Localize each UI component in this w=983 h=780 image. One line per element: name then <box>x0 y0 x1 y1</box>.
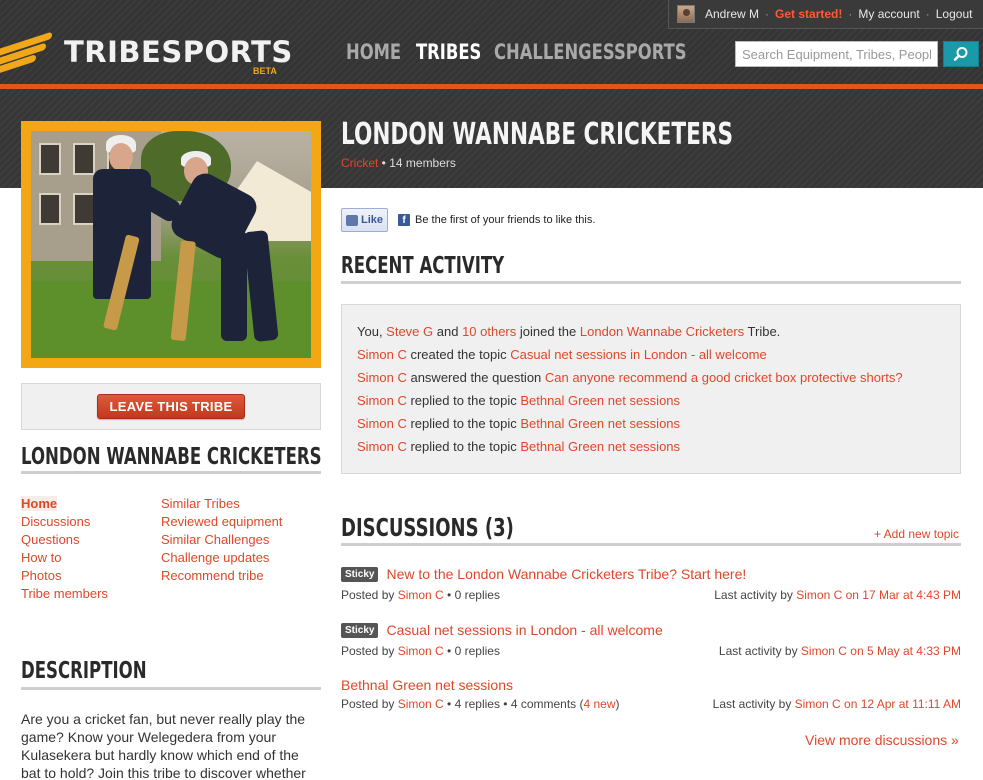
sticky-badge: Sticky <box>341 566 379 582</box>
view-more-discussions-link[interactable]: View more discussions » <box>805 732 959 748</box>
search-button[interactable] <box>943 41 979 67</box>
get-started-link[interactable]: Get started! <box>775 7 842 21</box>
tribe-meta: Cricket • 14 members <box>341 156 456 170</box>
author-link[interactable]: Simon C <box>398 644 444 658</box>
discussion-title[interactable]: New to the London Wannabe Cricketers Tri… <box>386 566 746 582</box>
tribe-link[interactable]: London Wannabe Cricketers <box>580 324 744 339</box>
author-link[interactable]: Simon C <box>398 588 444 602</box>
activity-item: Simon C answered the question Can anyone… <box>357 370 903 385</box>
search-input[interactable] <box>735 41 938 67</box>
menu-questions[interactable]: Questions <box>21 532 80 547</box>
tribe-menu-col-1: Home Discussions Questions How to Photos… <box>21 495 161 603</box>
account-username[interactable]: Andrew M <box>705 7 759 21</box>
user-link[interactable]: Simon C <box>357 370 407 385</box>
my-account-link[interactable]: My account <box>858 7 919 21</box>
menu-how-to[interactable]: How to <box>21 550 61 565</box>
menu-discussions[interactable]: Discussions <box>21 514 90 529</box>
tribe-photo <box>21 121 321 368</box>
last-activity-link[interactable]: Simon C on 5 May at 4:33 PM <box>801 644 961 658</box>
facebook-like-row: Like f Be the first of your friends to l… <box>341 208 595 232</box>
facebook-like-button[interactable]: Like <box>341 208 389 232</box>
last-activity-link[interactable]: Simon C on 17 Mar at 4:43 PM <box>796 588 961 602</box>
author-link[interactable]: Simon C <box>398 697 444 711</box>
activity-item: Simon C replied to the topic Bethnal Gre… <box>357 439 681 454</box>
account-bar: Andrew M · Get started! · My account · L… <box>668 0 983 29</box>
menu-similar-tribes[interactable]: Similar Tribes <box>161 496 240 511</box>
logo-text: TRIBESPORTS <box>64 35 293 69</box>
menu-photos[interactable]: Photos <box>21 568 61 583</box>
beta-badge: BETA <box>253 66 277 76</box>
tribe-image <box>31 131 311 358</box>
left-tribe-heading: LONDON WANNABE CRICKETERS <box>21 444 322 474</box>
leave-tribe-panel: LEAVE THIS TRIBE <box>21 383 321 430</box>
menu-challenge-updates[interactable]: Challenge updates <box>161 550 269 565</box>
members-count: • 14 members <box>378 156 456 170</box>
page-title: LONDON WANNABE CRICKETERS <box>341 117 734 152</box>
facebook-icon: f <box>398 214 411 226</box>
discussion-item: Sticky New to the London Wannabe Cricket… <box>341 566 961 602</box>
recent-activity-heading: RECENT ACTIVITY <box>341 253 961 284</box>
facebook-like-text: Be the first of your friends to like thi… <box>415 214 596 226</box>
nav-home[interactable]: HOME <box>346 40 401 64</box>
others-link[interactable]: 10 others <box>462 324 516 339</box>
new-comments-link[interactable]: 4 new <box>584 697 616 711</box>
add-new-topic-link[interactable]: + Add new topic <box>874 527 959 541</box>
activity-item: Simon C replied to the topic Bethnal Gre… <box>357 393 681 408</box>
sport-link[interactable]: Cricket <box>341 156 378 170</box>
menu-reviewed-equipment[interactable]: Reviewed equipment <box>161 514 282 529</box>
thumbs-up-icon <box>346 214 358 226</box>
description-heading: DESCRIPTION <box>21 658 321 690</box>
discussion-title[interactable]: Bethnal Green net sessions <box>341 677 513 693</box>
topic-link[interactable]: Casual net sessions in London - all welc… <box>510 347 767 362</box>
topic-link[interactable]: Bethnal Green net sessions <box>520 439 680 454</box>
avatar[interactable] <box>677 5 695 23</box>
activity-item: Simon C replied to the topic Bethnal Gre… <box>357 416 681 431</box>
main-nav: HOME TRIBES CHALLENGES SPORTS <box>346 40 694 64</box>
logout-link[interactable]: Logout <box>936 7 973 21</box>
nav-sports[interactable]: SPORTS <box>614 40 687 64</box>
nav-tribes[interactable]: TRIBES <box>416 40 481 64</box>
tribe-menu-col-2: Similar Tribes Reviewed equipment Simila… <box>161 495 301 603</box>
activity-item: You, Steve G and 10 others joined the Lo… <box>357 324 781 339</box>
tribesports-logo[interactable]: TRIBESPORTS BETA <box>0 31 293 76</box>
menu-home[interactable]: Home <box>21 496 58 511</box>
tribe-menu: Home Discussions Questions How to Photos… <box>21 495 321 603</box>
user-link[interactable]: Simon C <box>357 393 407 408</box>
user-link[interactable]: Simon C <box>357 416 407 431</box>
discussions-heading: DISCUSSIONS (3) <box>341 513 961 546</box>
last-activity-link[interactable]: Simon C on 12 Apr at 11:11 AM <box>795 697 961 711</box>
question-link[interactable]: Can anyone recommend a good cricket box … <box>545 370 903 385</box>
menu-tribe-members[interactable]: Tribe members <box>21 586 108 601</box>
topic-link[interactable]: Bethnal Green net sessions <box>520 416 680 431</box>
discussion-item: Bethnal Green net sessions Posted by Sim… <box>341 677 961 711</box>
user-link[interactable]: Simon C <box>357 347 407 362</box>
user-link[interactable]: Simon C <box>357 439 407 454</box>
activity-item: Simon C created the topic Casual net ses… <box>357 347 767 362</box>
user-link[interactable]: Steve G <box>386 324 433 339</box>
menu-similar-challenges[interactable]: Similar Challenges <box>161 532 269 547</box>
topic-link[interactable]: Bethnal Green net sessions <box>520 393 680 408</box>
logo-swoosh-icon <box>0 31 56 73</box>
sticky-badge: Sticky <box>341 622 379 638</box>
menu-recommend-tribe[interactable]: Recommend tribe <box>161 568 264 583</box>
discussion-item: Sticky Casual net sessions in London - a… <box>341 622 961 658</box>
leave-tribe-button[interactable]: LEAVE THIS TRIBE <box>97 394 245 419</box>
discussion-title[interactable]: Casual net sessions in London - all welc… <box>386 622 662 638</box>
search-icon <box>953 47 968 61</box>
recent-activity-list: You, Steve G and 10 others joined the Lo… <box>341 304 961 474</box>
nav-challenges[interactable]: CHALLENGES <box>494 40 615 64</box>
description-text: Are you a cricket fan, but never really … <box>21 711 306 780</box>
